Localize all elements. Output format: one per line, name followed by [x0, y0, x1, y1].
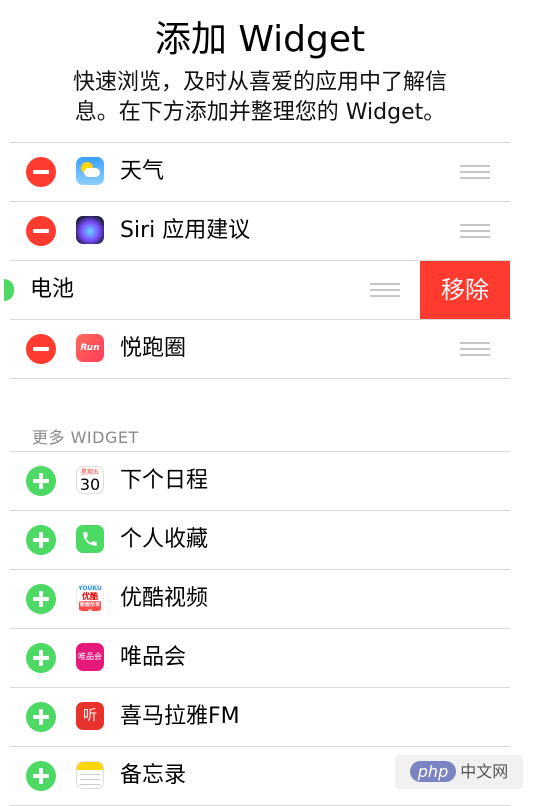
widget-label: 电池	[30, 277, 75, 302]
active-widget-list: 天气 Siri 应用建议 电池 移除 Run 悦跑圈	[4, 142, 510, 379]
weather-icon	[76, 157, 104, 185]
add-circle-button[interactable]	[26, 466, 56, 496]
widget-label: 个人收藏	[120, 527, 209, 552]
youku-icon: YOUKU 优酷 新娱乐世界	[76, 584, 104, 612]
widget-row-calendar: 星期五 30 下个日程	[10, 451, 510, 510]
widget-label: 备忘录	[120, 763, 187, 788]
widget-label: 天气	[120, 159, 165, 184]
notes-icon	[76, 761, 104, 789]
watermark-text: 中文网	[460, 762, 509, 781]
calendar-icon: 星期五 30	[76, 466, 104, 494]
reorder-handle-icon[interactable]	[460, 165, 490, 179]
siri-icon	[76, 216, 104, 244]
widget-label: 悦跑圈	[120, 336, 187, 361]
reorder-handle-icon[interactable]	[460, 224, 490, 238]
reorder-handle-icon[interactable]	[370, 283, 400, 297]
watermark: php 中文网	[395, 755, 523, 789]
widget-row-vipshop: 唯品会 唯品会	[10, 628, 510, 687]
add-circle-button[interactable]	[26, 525, 56, 555]
vipshop-icon: 唯品会	[76, 643, 104, 671]
widget-row-favorites: 个人收藏	[10, 510, 510, 569]
widget-label: Siri 应用建议	[120, 218, 251, 243]
more-widgets-header: 更多 WIDGET	[32, 428, 139, 447]
add-circle-button[interactable]	[26, 761, 56, 791]
subtitle-line-2: 息。在下方添加并整理您的 Widget。	[74, 100, 446, 125]
widget-label: 唯品会	[120, 645, 187, 670]
remove-circle-button[interactable]	[26, 334, 56, 364]
page-title: 添加 Widget	[154, 19, 366, 60]
widget-row-battery: 电池 移除	[4, 260, 510, 319]
add-circle-button[interactable]	[26, 584, 56, 614]
yuepaoquan-icon: Run	[76, 334, 104, 362]
widget-label: 优酷视频	[120, 586, 209, 611]
page-subtitle: 快速浏览，及时从喜爱的应用中了解信 息。在下方添加并整理您的 Widget。	[0, 68, 520, 128]
more-widget-list: 星期五 30 下个日程 个人收藏 YOUKU 优酷 新娱乐世界 优酷视频 唯品会…	[10, 451, 510, 806]
remove-circle-button[interactable]	[26, 157, 56, 187]
widget-row-weather: 天气	[10, 142, 510, 201]
widget-row-siri: Siri 应用建议	[10, 201, 510, 260]
phone-icon	[76, 525, 104, 553]
widget-label: 下个日程	[120, 468, 209, 493]
subtitle-line-1: 快速浏览，及时从喜爱的应用中了解信	[72, 70, 447, 95]
add-circle-button[interactable]	[26, 702, 56, 732]
youku-icon-name: 优酷	[82, 592, 98, 601]
widget-row-ximalaya: 听 喜马拉雅FM	[10, 687, 510, 746]
remove-circle-button[interactable]	[26, 216, 56, 246]
widget-row-yuepaoquan: Run 悦跑圈	[10, 319, 510, 379]
reorder-handle-icon[interactable]	[460, 342, 490, 356]
youku-icon-tagline: 新娱乐世界	[79, 601, 101, 611]
widget-label: 喜马拉雅FM	[120, 704, 240, 729]
add-circle-button[interactable]	[26, 643, 56, 673]
battery-icon	[4, 279, 14, 301]
remove-button[interactable]: 移除	[420, 261, 510, 319]
calendar-icon-day: 30	[79, 475, 101, 494]
watermark-brand: php	[409, 761, 457, 782]
widget-row-youku: YOUKU 优酷 新娱乐世界 优酷视频	[10, 569, 510, 628]
ximalaya-icon: 听	[76, 702, 104, 730]
